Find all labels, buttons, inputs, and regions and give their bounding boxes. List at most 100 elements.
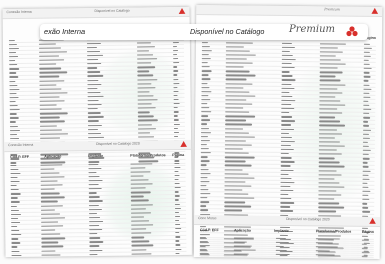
text-line bbox=[87, 59, 99, 61]
text-line bbox=[39, 84, 57, 86]
text-line bbox=[131, 248, 147, 251]
text-line bbox=[201, 115, 209, 117]
text-line bbox=[224, 131, 249, 134]
text-line bbox=[39, 100, 65, 103]
text-line bbox=[40, 196, 65, 199]
text-line bbox=[281, 67, 295, 69]
text-line bbox=[10, 164, 17, 166]
text-line bbox=[11, 217, 19, 220]
text-line bbox=[87, 108, 98, 110]
text-line bbox=[87, 99, 99, 102]
text-line bbox=[280, 140, 295, 143]
text-line bbox=[87, 71, 101, 73]
text-line bbox=[175, 215, 181, 218]
text-line bbox=[173, 107, 178, 109]
text-line bbox=[138, 132, 151, 134]
text-line bbox=[281, 50, 291, 53]
text-line bbox=[280, 193, 289, 196]
text-line bbox=[88, 192, 98, 194]
text-line bbox=[319, 116, 335, 119]
text-line bbox=[280, 161, 295, 163]
text-line bbox=[281, 46, 295, 49]
text-line bbox=[224, 205, 252, 208]
text-line bbox=[88, 208, 102, 211]
text-line bbox=[173, 82, 180, 84]
text-line bbox=[224, 140, 246, 142]
text-line bbox=[318, 178, 335, 180]
text-line bbox=[318, 198, 334, 200]
text-line bbox=[363, 92, 370, 94]
text-line bbox=[174, 191, 179, 193]
banner-signature: Premium bbox=[289, 24, 336, 35]
text-line bbox=[40, 168, 55, 170]
text-line bbox=[136, 46, 155, 48]
text-line bbox=[172, 41, 179, 44]
text-line bbox=[40, 209, 56, 211]
text-line bbox=[280, 173, 289, 175]
text-line bbox=[130, 187, 147, 190]
text-line bbox=[200, 164, 207, 166]
text-line bbox=[86, 46, 97, 49]
text-line bbox=[225, 99, 247, 101]
text-line bbox=[87, 95, 104, 98]
text-line bbox=[89, 233, 98, 235]
text-line bbox=[11, 238, 19, 240]
text-line bbox=[137, 119, 158, 122]
right-footer-center: Disponível no Catálogo 2020 bbox=[286, 216, 330, 222]
text-line bbox=[363, 63, 371, 66]
text-line bbox=[39, 79, 65, 82]
text-line bbox=[11, 246, 18, 248]
text-line bbox=[174, 170, 179, 173]
text-line bbox=[9, 121, 16, 123]
text-line bbox=[200, 176, 208, 179]
footer-col-implant: Implante bbox=[273, 228, 289, 234]
text-line bbox=[224, 209, 243, 212]
text-line bbox=[175, 240, 179, 242]
text-line bbox=[318, 149, 338, 151]
text-line bbox=[175, 244, 181, 246]
text-line bbox=[131, 240, 149, 243]
text-line bbox=[363, 55, 371, 58]
text-line bbox=[11, 254, 22, 257]
text-line bbox=[137, 82, 152, 85]
text-line bbox=[39, 59, 65, 62]
text-line bbox=[137, 99, 158, 101]
text-line bbox=[136, 42, 151, 44]
text-line bbox=[8, 43, 17, 46]
text-line bbox=[281, 62, 292, 65]
text-line bbox=[318, 132, 343, 135]
text-line bbox=[39, 63, 56, 66]
text-line bbox=[10, 133, 18, 136]
text-line bbox=[173, 78, 179, 80]
text-line bbox=[363, 129, 372, 131]
text-line bbox=[173, 66, 178, 68]
text-line bbox=[173, 74, 177, 76]
banner-center-text: Disponível no Catálogo bbox=[190, 27, 265, 36]
text-line bbox=[10, 193, 21, 195]
text-line bbox=[173, 62, 180, 64]
text-line bbox=[137, 62, 152, 64]
text-line bbox=[225, 78, 247, 81]
text-line bbox=[225, 74, 256, 77]
text-line bbox=[40, 176, 65, 178]
text-line bbox=[130, 183, 153, 185]
text-line bbox=[201, 82, 208, 84]
text-line bbox=[363, 51, 370, 53]
text-line bbox=[319, 100, 341, 102]
text-line bbox=[41, 254, 61, 256]
text-line bbox=[131, 253, 152, 255]
text-line bbox=[10, 197, 18, 199]
text-line bbox=[201, 41, 208, 44]
text-line bbox=[281, 128, 294, 130]
text-line bbox=[319, 112, 343, 115]
catalog-spread-background: Conexão Interna Disponível no Catálogo C… bbox=[0, 0, 385, 264]
text-line bbox=[87, 112, 101, 114]
text-line bbox=[137, 74, 154, 77]
text-line bbox=[281, 42, 292, 44]
text-line bbox=[40, 188, 56, 191]
text-line bbox=[88, 175, 100, 178]
text-line bbox=[9, 72, 17, 74]
text-line bbox=[225, 86, 244, 89]
text-line bbox=[225, 123, 253, 126]
left-page-header-center: Disponível no Catálogo bbox=[94, 8, 130, 14]
